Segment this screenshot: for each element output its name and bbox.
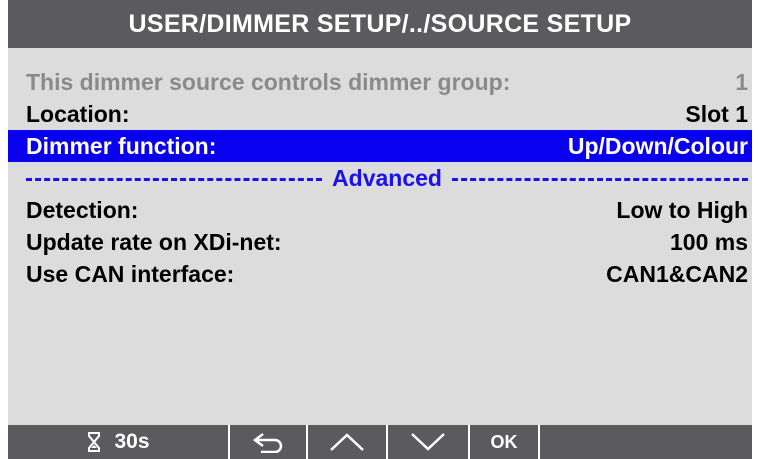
setting-row-update-rate[interactable]: Update rate on XDi-net: 100 ms <box>8 226 752 258</box>
timer-value: 30s <box>114 430 150 453</box>
setting-row-dimmer-function[interactable]: Dimmer function: Up/Down/Colour <box>8 130 752 162</box>
divider-line-left <box>26 177 323 181</box>
setting-label: Update rate on XDi-net: <box>26 228 282 255</box>
setting-label: This dimmer source controls dimmer group… <box>26 68 511 95</box>
advanced-section-divider: Advanced <box>8 162 752 194</box>
settings-list: This dimmer source controls dimmer group… <box>8 66 752 290</box>
back-arrow-icon <box>251 431 285 453</box>
setting-value: 1 <box>735 68 748 95</box>
setting-row-location[interactable]: Location: Slot 1 <box>8 98 752 130</box>
setting-value: CAN1&CAN2 <box>606 260 748 287</box>
setting-value: Up/Down/Colour <box>567 132 748 159</box>
setting-row-detection[interactable]: Detection: Low to High <box>8 194 752 226</box>
page-title-bar: USER/DIMMER SETUP/../SOURCE SETUP <box>8 0 752 48</box>
chevron-down-icon <box>410 432 446 452</box>
setting-label: Detection: <box>26 196 139 223</box>
device-screen: USER/DIMMER SETUP/../SOURCE SETUP This d… <box>8 0 752 459</box>
hourglass-icon <box>86 432 102 452</box>
up-button[interactable] <box>308 425 388 459</box>
setting-label: Use CAN interface: <box>26 260 235 287</box>
setting-row-dimmer-group: This dimmer source controls dimmer group… <box>8 66 752 98</box>
setting-label: Location: <box>26 100 130 127</box>
divider-line-right <box>451 177 748 181</box>
setting-value: Slot 1 <box>685 100 748 127</box>
back-button[interactable] <box>230 425 308 459</box>
setting-value: Low to High <box>616 196 748 223</box>
setting-label: Dimmer function: <box>26 132 217 159</box>
advanced-section-label: Advanced <box>332 164 442 191</box>
down-button[interactable] <box>388 425 470 459</box>
softkey-bar: 30s OK <box>8 425 752 459</box>
empty-softkey <box>540 425 752 459</box>
ok-button[interactable]: OK <box>470 425 540 459</box>
setting-row-can-interface[interactable]: Use CAN interface: CAN1&CAN2 <box>8 258 752 290</box>
setting-value: 100 ms <box>669 228 748 255</box>
ok-label: OK <box>490 431 518 452</box>
page-title: USER/DIMMER SETUP/../SOURCE SETUP <box>128 9 632 38</box>
chevron-up-icon <box>329 432 365 452</box>
timer-button[interactable]: 30s <box>8 425 230 459</box>
